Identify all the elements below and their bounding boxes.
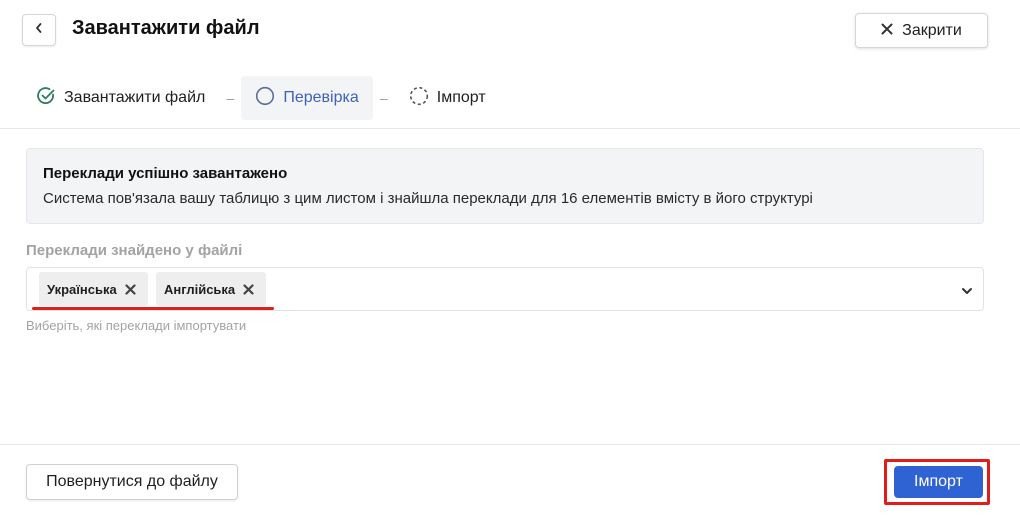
import-button[interactable]: Імпорт bbox=[894, 466, 983, 498]
step-separator: – bbox=[379, 90, 388, 106]
check-circle-icon bbox=[36, 86, 56, 111]
footer-divider bbox=[0, 444, 1020, 445]
step-import[interactable]: Імпорт bbox=[395, 76, 500, 120]
chevron-down-icon[interactable] bbox=[961, 283, 973, 301]
page-title: Завантажити файл bbox=[72, 17, 260, 39]
step-label: Перевірка bbox=[283, 89, 359, 106]
back-button[interactable] bbox=[22, 14, 56, 46]
circle-icon bbox=[255, 86, 275, 111]
success-alert: Переклади успішно завантажено Система по… bbox=[26, 148, 984, 224]
alert-title: Переклади успішно завантажено bbox=[43, 165, 288, 182]
chip-label: Українська bbox=[47, 281, 117, 297]
red-underline-annotation bbox=[32, 307, 274, 310]
translations-multiselect[interactable]: Українська Англійська bbox=[26, 267, 984, 311]
close-icon bbox=[881, 22, 893, 40]
chip-label: Англійська bbox=[164, 281, 236, 297]
stepper: Завантажити файл – Перевірка – Імпорт bbox=[22, 76, 500, 120]
dashed-circle-icon bbox=[409, 86, 429, 111]
back-to-file-button[interactable]: Повернутися до файлу bbox=[26, 464, 238, 500]
step-review[interactable]: Перевірка bbox=[241, 76, 373, 120]
close-button[interactable]: Закрити bbox=[855, 13, 988, 48]
step-label: Імпорт bbox=[436, 89, 486, 106]
step-separator: – bbox=[226, 90, 235, 106]
remove-chip-icon[interactable] bbox=[125, 283, 136, 295]
alert-text: Система пов'язала вашу таблицю з цим лис… bbox=[43, 190, 813, 207]
remove-chip-icon[interactable] bbox=[243, 283, 254, 295]
chevron-left-icon bbox=[34, 21, 44, 39]
step-label: Завантажити файл bbox=[64, 89, 206, 106]
header-divider bbox=[0, 128, 1020, 129]
step-upload-file[interactable]: Завантажити файл bbox=[22, 76, 219, 120]
translations-field-label: Переклади знайдено у файлі bbox=[26, 242, 243, 259]
translations-helper-text: Виберіть, які переклади імпортувати bbox=[26, 318, 247, 333]
chip-english: Англійська bbox=[156, 272, 267, 306]
close-button-label: Закрити bbox=[902, 21, 962, 39]
chip-ukrainian: Українська bbox=[39, 272, 148, 306]
